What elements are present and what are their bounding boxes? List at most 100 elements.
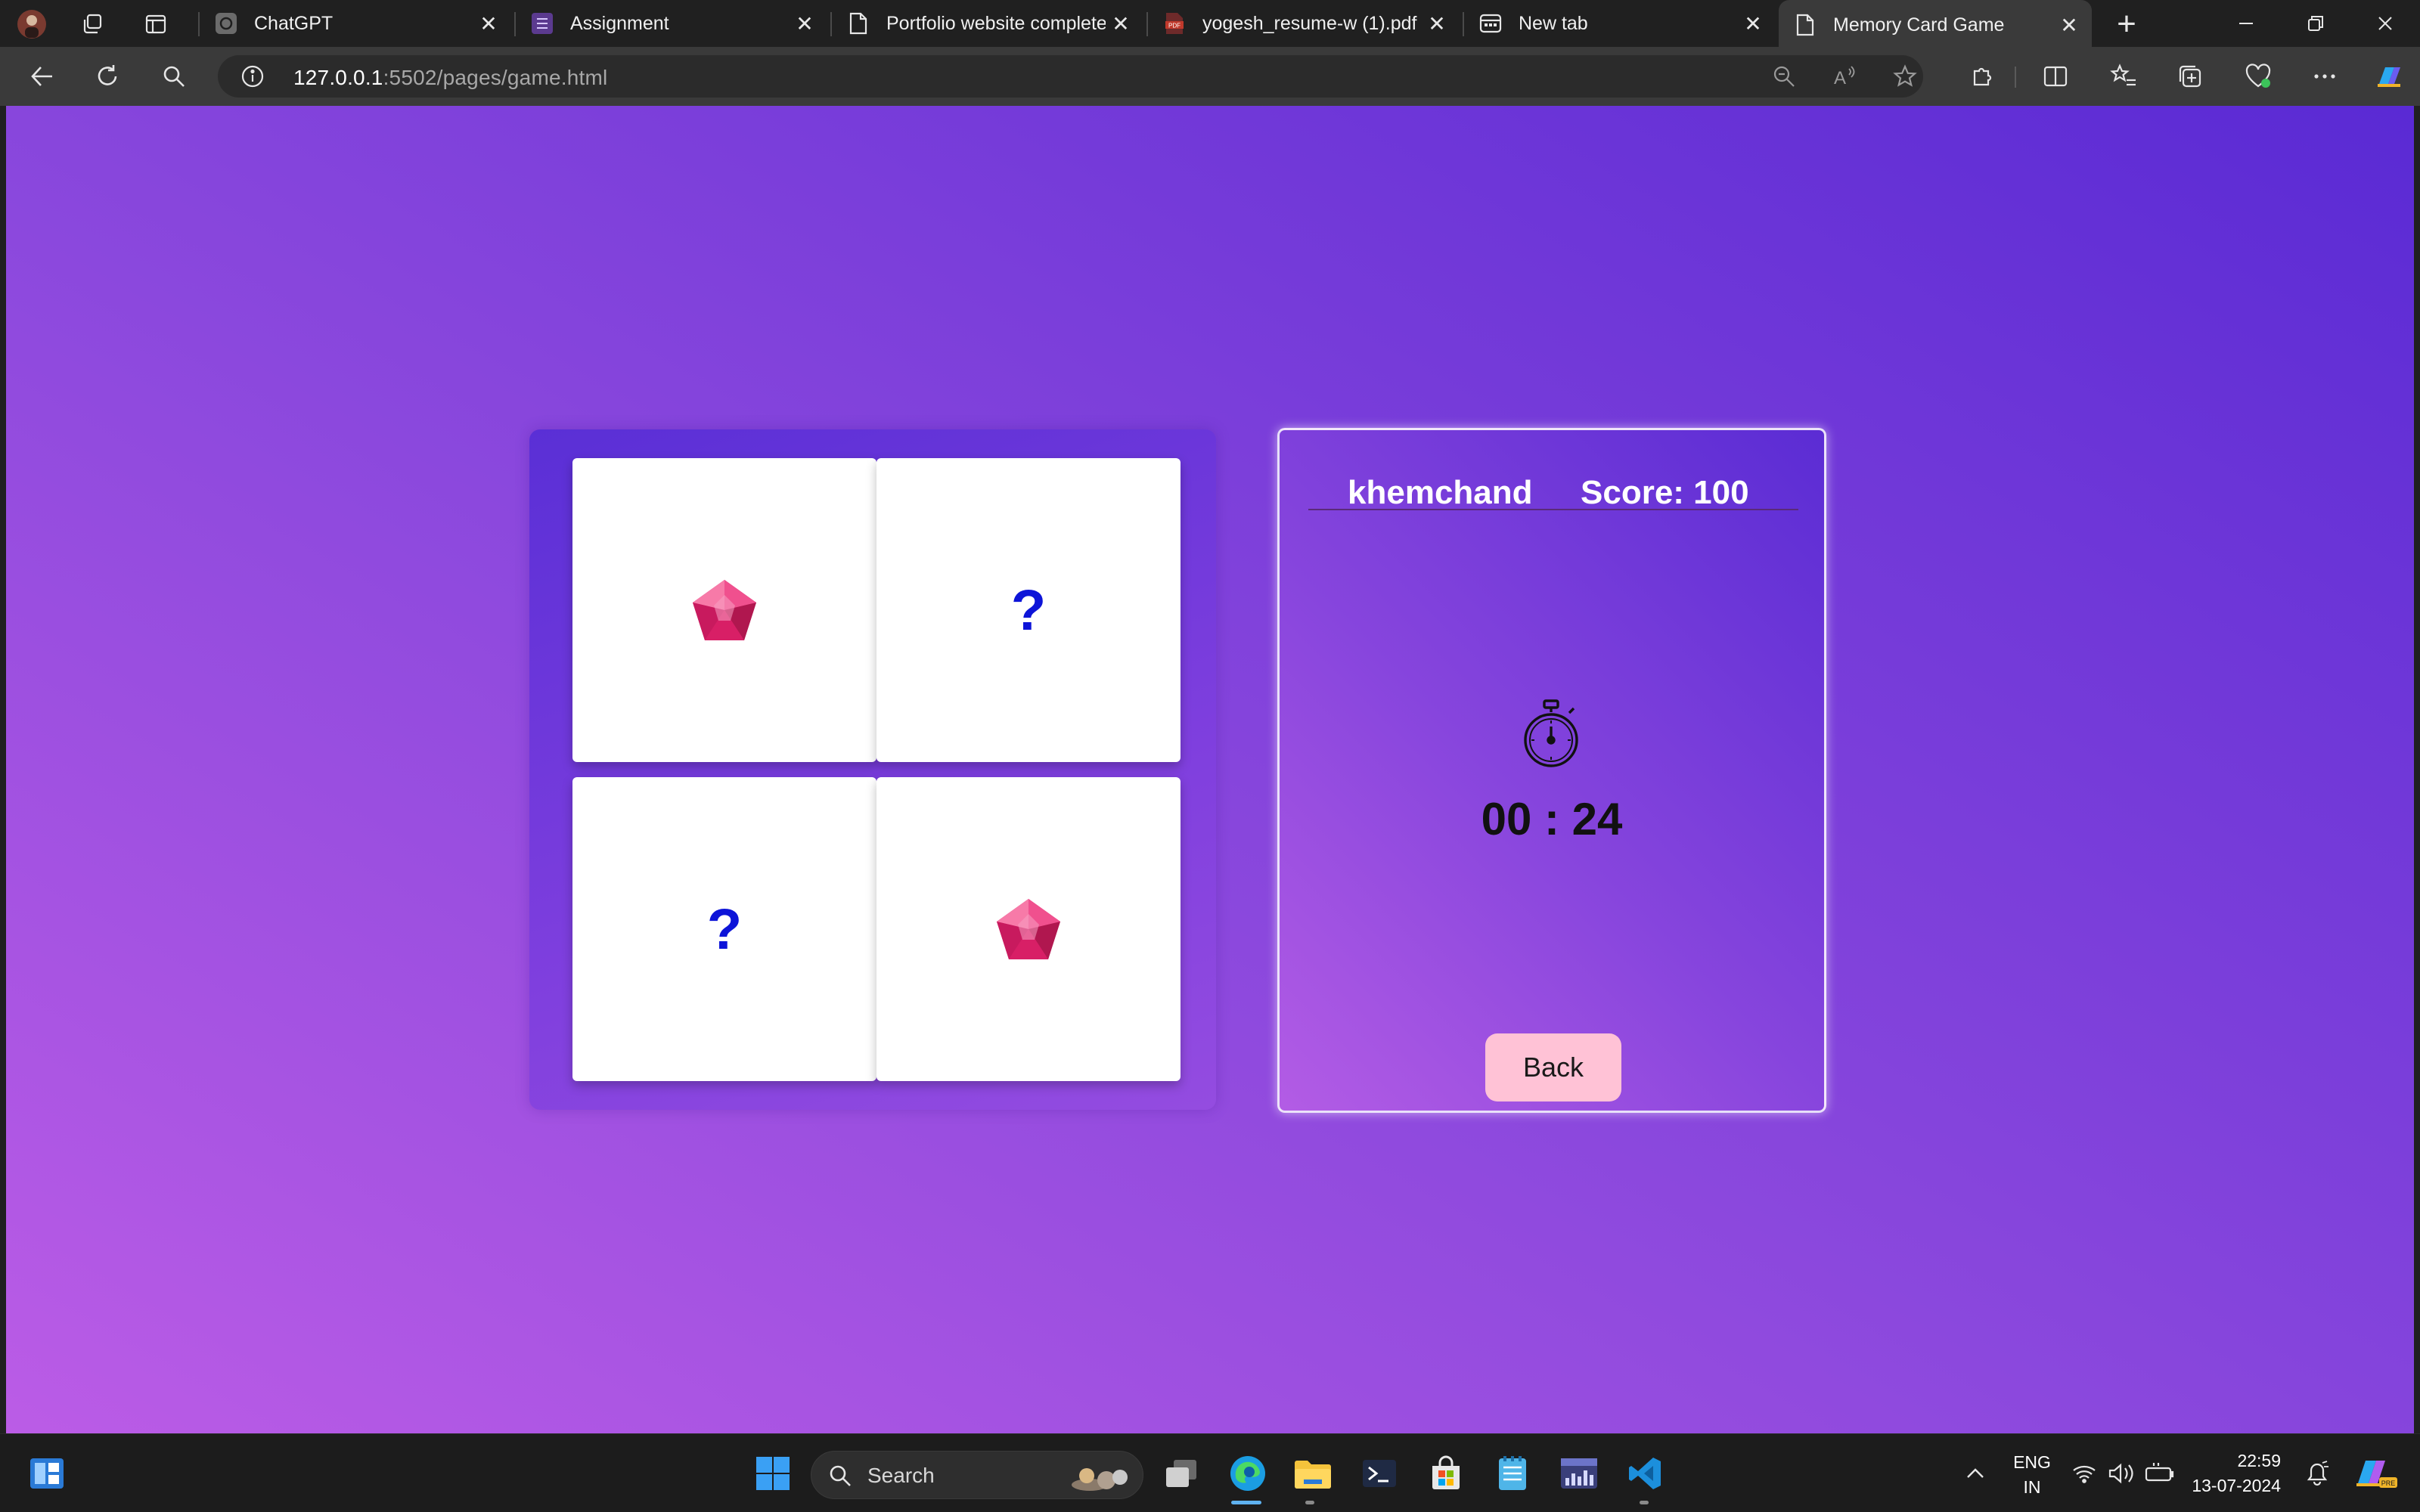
favorites-button[interactable]: [2108, 61, 2139, 91]
copilot-icon: [2378, 67, 2400, 87]
close-tab-icon[interactable]: ✕: [473, 8, 504, 39]
tab-chatgpt[interactable]: ChatGPT ✕: [200, 0, 511, 47]
memory-card[interactable]: [572, 458, 876, 762]
refresh-button[interactable]: [91, 60, 124, 93]
extensions-button[interactable]: [1968, 61, 1998, 91]
search-icon: [163, 66, 185, 87]
toolbar-divider: [2015, 67, 2016, 88]
memory-card[interactable]: ?: [876, 458, 1181, 762]
close-tab-icon[interactable]: ✕: [1738, 8, 1768, 39]
tab-label: yogesh_resume-w (1).pdf: [1202, 12, 1417, 34]
search-highlight-icon: [1072, 1468, 1128, 1491]
zoom-out-icon[interactable]: [1772, 64, 1796, 88]
favorite-star-icon[interactable]: [1893, 64, 1917, 88]
widgets-icon: [30, 1458, 64, 1489]
close-icon: [2378, 17, 2392, 30]
address-bar[interactable]: 127.0.0.1:5502/pages/game.html A: [218, 55, 1923, 98]
search-button[interactable]: [157, 60, 191, 93]
taskbar-search[interactable]: Search: [811, 1451, 1143, 1499]
taskbar-store[interactable]: [1423, 1451, 1469, 1496]
memory-card[interactable]: [876, 777, 1181, 1081]
new-tab-button[interactable]: +: [2110, 5, 2143, 42]
url-text[interactable]: 127.0.0.1:5502/pages/game.html: [293, 66, 607, 90]
clock[interactable]: 22:59 13-07-2024: [2190, 1451, 2281, 1496]
list-doc-icon: [531, 12, 554, 35]
tab-memory-card-game[interactable]: Memory Card Game ✕: [1779, 0, 2092, 50]
running-app-indicator: [1640, 1501, 1649, 1504]
restore-button[interactable]: [2281, 0, 2350, 47]
taskbar-app-monitor[interactable]: [1556, 1451, 1602, 1496]
language-code: ENG: [2013, 1452, 2051, 1472]
svg-text:PDF: PDF: [1168, 23, 1181, 29]
show-hidden-icons-button[interactable]: [1953, 1451, 1998, 1496]
gem-icon: [693, 580, 756, 640]
taskbar-terminal[interactable]: [1357, 1451, 1402, 1496]
active-app-indicator: [1231, 1501, 1261, 1504]
hidden-card-symbol: ?: [706, 897, 743, 962]
split-screen-icon: [2043, 66, 2068, 87]
collections-button[interactable]: [2175, 61, 2205, 91]
url-host: 127.0.0.1: [293, 66, 383, 89]
tab-assignment[interactable]: Assignment ✕: [516, 0, 827, 47]
quick-settings-button[interactable]: [2069, 1451, 2183, 1496]
heart-pulse-icon: [2245, 64, 2271, 88]
tab-portfolio[interactable]: Portfolio website complete ✕: [832, 0, 1143, 47]
score-text: Score: 100: [1581, 474, 1749, 511]
back-button[interactable]: Back: [1485, 1033, 1621, 1101]
svg-text:PRE: PRE: [2381, 1479, 2396, 1487]
pdf-icon: PDF: [1163, 12, 1186, 35]
taskbar-file-explorer[interactable]: [1290, 1451, 1336, 1496]
task-view-button[interactable]: [1159, 1451, 1204, 1496]
workspaces-icon[interactable]: [76, 8, 109, 41]
tab-resume-pdf[interactable]: PDF yogesh_resume-w (1).pdf ✕: [1148, 0, 1460, 47]
page-icon: [1794, 14, 1817, 36]
profile-avatar[interactable]: [15, 8, 48, 41]
info-icon[interactable]: [240, 64, 265, 88]
taskbar-vscode[interactable]: [1623, 1451, 1668, 1496]
close-tab-icon[interactable]: ✕: [2054, 10, 2084, 40]
close-tab-icon[interactable]: ✕: [1106, 8, 1136, 39]
timer-display: 00 : 24: [1481, 794, 1623, 844]
card-board: ? ?: [529, 429, 1216, 1110]
back-nav-button[interactable]: [26, 60, 59, 93]
taskbar-notepad[interactable]: [1490, 1451, 1535, 1496]
widgets-button[interactable]: [24, 1451, 70, 1496]
player-name: khemchand: [1348, 474, 1533, 511]
score-panel: khemchand Score: 100 00 : 24 Back: [1277, 428, 1826, 1113]
language-region: IN: [2023, 1477, 2041, 1497]
tab-new-tab[interactable]: New tab ✕: [1464, 0, 1776, 47]
terminal-icon: [1363, 1460, 1396, 1487]
close-tab-icon[interactable]: ✕: [790, 8, 820, 39]
arrow-left-icon: [31, 67, 52, 86]
tab-label: New tab: [1519, 12, 1588, 34]
split-screen-button[interactable]: [2040, 61, 2071, 91]
notepad-icon: [1499, 1456, 1526, 1490]
windows-taskbar: Search ENG IN 22:59 13-07-2024 PRE: [0, 1433, 2420, 1512]
minimize-button[interactable]: [2211, 0, 2281, 47]
search-icon: [830, 1465, 851, 1486]
taskbar-edge[interactable]: [1225, 1451, 1270, 1496]
memory-card[interactable]: ?: [572, 777, 876, 1081]
copilot-pre-icon: PRE: [2356, 1461, 2397, 1488]
windows-logo-icon: [756, 1457, 790, 1490]
close-tab-icon[interactable]: ✕: [1422, 8, 1452, 39]
tab-actions-icon[interactable]: [139, 8, 172, 41]
store-icon: [1432, 1455, 1460, 1489]
more-options-button[interactable]: [2310, 61, 2340, 91]
favorites-list-icon: [2110, 64, 2136, 86]
vscode-icon: [1629, 1458, 1661, 1489]
browser-essentials-button[interactable]: [2243, 61, 2273, 91]
read-aloud-icon[interactable]: A: [1832, 64, 1857, 88]
close-window-button[interactable]: [2350, 0, 2420, 47]
folder-icon: [1295, 1461, 1331, 1489]
browser-toolbar: 127.0.0.1:5502/pages/game.html A: [0, 47, 2420, 106]
language-indicator[interactable]: ENG IN: [2006, 1452, 2059, 1498]
start-button[interactable]: [750, 1451, 796, 1496]
copilot-button[interactable]: [2372, 61, 2408, 91]
copilot-taskbar-button[interactable]: PRE: [2347, 1451, 2403, 1496]
notifications-button[interactable]: [2294, 1451, 2340, 1496]
page-viewport: ? ? khemchand Score: 100 00: 24 Back: [6, 106, 2414, 1433]
chatgpt-icon: [215, 12, 237, 35]
url-path: :5502/pages/game.html: [383, 66, 608, 89]
more-dots-icon: [2314, 74, 2335, 79]
